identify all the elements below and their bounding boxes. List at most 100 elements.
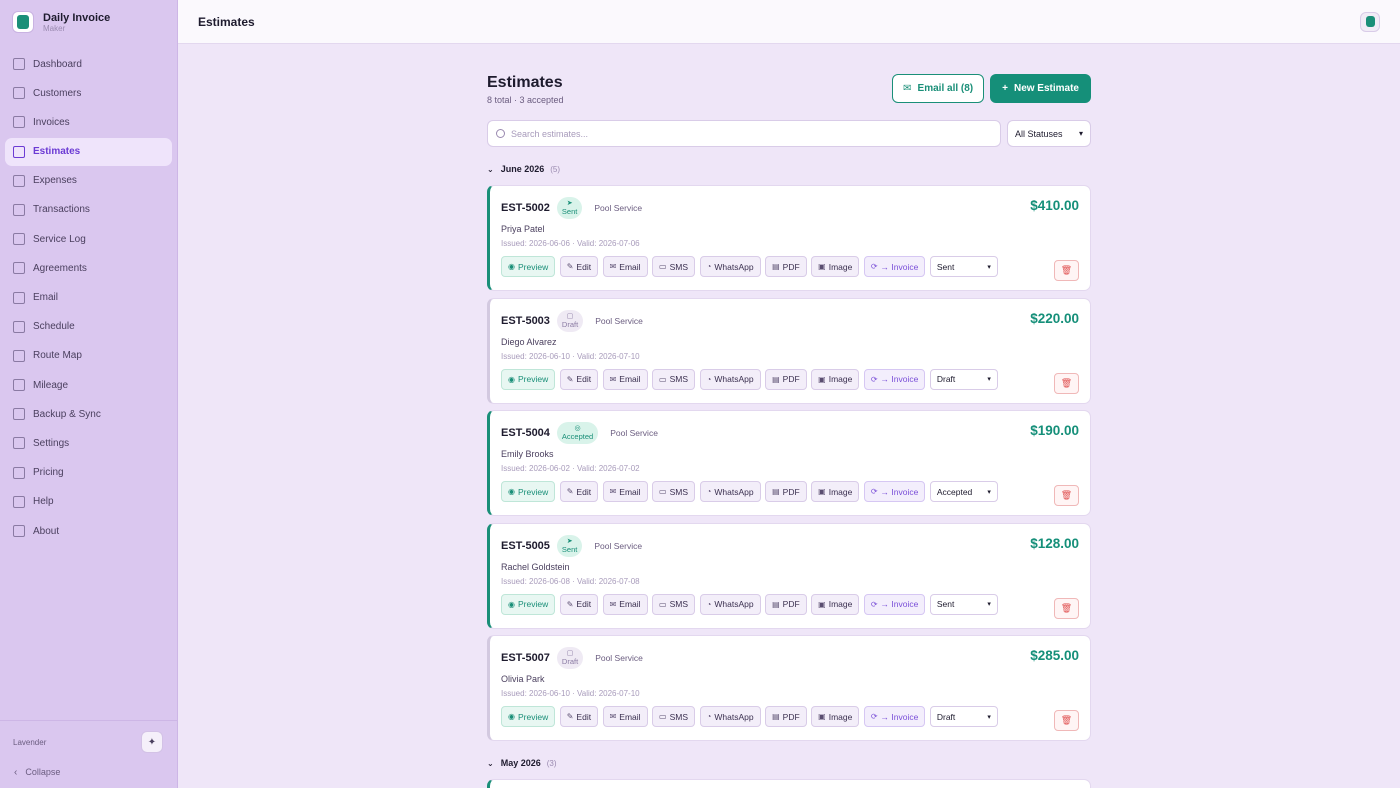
image-button[interactable]: ▣ Image [811, 256, 860, 277]
status-select[interactable]: Draft ▾ [929, 706, 998, 727]
sidebar-item-about[interactable]: About [5, 517, 172, 545]
delete-button[interactable]: 🗑 [1054, 260, 1079, 281]
estimate-card[interactable]: EST-5003 ▢ Draft Pool Service $220.00 Diego A… [487, 297, 1091, 404]
sidebar-item-agreements[interactable]: Agreements [5, 254, 172, 282]
sidebar-item-dashboard[interactable]: Dashboard [5, 50, 172, 78]
estimate-number: EST-5005 [501, 539, 550, 552]
app-avatar-icon[interactable] [1360, 11, 1380, 32]
invoice-button[interactable]: ⟳ → Invoice [863, 706, 926, 727]
new-estimate-button[interactable]: + New Estimate [990, 74, 1091, 103]
search-input[interactable] [511, 128, 965, 139]
pdf-button[interactable]: ▤ PDF [765, 256, 807, 277]
sidebar-item-email[interactable]: Email [5, 284, 172, 312]
image-button[interactable]: ▣ Image [811, 706, 860, 727]
preview-label: Preview [517, 261, 549, 272]
estimate-card[interactable]: EST-5005 ➤ Sent Pool Service $128.00 Rachel G… [487, 522, 1091, 629]
sidebar-item-label: Transactions [33, 204, 90, 216]
sidebar-item-backup-sync[interactable]: Backup & Sync [5, 400, 172, 428]
sidebar-item-help[interactable]: Help [5, 488, 172, 516]
sms-button[interactable]: ▭ SMS [652, 706, 696, 727]
image-icon: ▣ [818, 487, 826, 496]
email-button[interactable]: ✉ Email [602, 481, 648, 502]
status-select[interactable]: Draft ▾ [929, 368, 998, 390]
image-button[interactable]: ▣ Image [811, 593, 860, 615]
preview-button[interactable]: ◉ Preview [501, 481, 556, 502]
edit-button[interactable]: ✎ Edit [559, 593, 599, 615]
pdf-button[interactable]: ▤ PDF [765, 368, 807, 390]
sidebar-item-estimates[interactable]: Estimates [5, 137, 172, 166]
status-select[interactable]: Sent ▾ [929, 256, 998, 277]
image-button[interactable]: ▣ Image [811, 368, 860, 390]
delete-button[interactable]: 🗑 [1054, 597, 1079, 619]
book-icon [13, 495, 25, 508]
whatsapp-button[interactable]: ◔ WhatsApp [699, 481, 761, 502]
email-all-button[interactable]: ✉ Email all (8) [892, 74, 985, 103]
sidebar-item-route-map[interactable]: Route Map [5, 342, 172, 370]
status-select-value: Accepted [936, 486, 973, 497]
mail-icon: ✉ [609, 599, 617, 609]
theme-switch-button[interactable]: ✦ [141, 731, 163, 753]
sidebar-item-transactions[interactable]: Transactions [5, 196, 172, 224]
sidebar-item-invoices[interactable]: Invoices [5, 108, 172, 136]
sidebar-item-expenses[interactable]: Expenses [5, 167, 172, 195]
preview-button[interactable]: ◉ Preview [501, 593, 556, 615]
preview-button[interactable]: ◉ Preview [501, 368, 556, 390]
invoice-button[interactable]: ⟳ → Invoice [863, 481, 926, 502]
sms-button[interactable]: ▭ SMS [652, 256, 696, 277]
preview-button[interactable]: ◉ Preview [501, 256, 556, 277]
convert-icon: ⟳ [870, 712, 878, 721]
whatsapp-button[interactable]: ◔ WhatsApp [699, 706, 761, 727]
edit-button[interactable]: ✎ Edit [559, 481, 599, 502]
whatsapp-button[interactable]: ◔ WhatsApp [699, 256, 761, 277]
month-group-header[interactable]: ⌄ May 2026 (3) [487, 755, 1091, 771]
email-button[interactable]: ✉ Email [602, 593, 648, 615]
sidebar: Daily Invoice Maker Dashboard Customers In… [0, 0, 178, 788]
invoice-button[interactable]: ⟳ → Invoice [863, 593, 926, 615]
status-select[interactable]: Accepted ▾ [929, 481, 998, 502]
pdf-button[interactable]: ▤ PDF [765, 593, 807, 615]
delete-button[interactable]: 🗑 [1054, 372, 1079, 394]
cloud-icon [13, 408, 25, 421]
invoice-button[interactable]: ⟳ → Invoice [863, 368, 926, 390]
edit-button[interactable]: ✎ Edit [559, 706, 599, 727]
sidebar-item-settings[interactable]: Settings [5, 429, 172, 457]
sidebar-item-label: Email [33, 292, 59, 303]
edit-button[interactable]: ✎ Edit [559, 368, 599, 390]
status-filter-select[interactable]: All Statuses ▾ [1007, 120, 1091, 147]
email-button[interactable]: ✉ Email [602, 256, 648, 277]
whatsapp-label: WhatsApp [714, 374, 754, 384]
preview-button[interactable]: ◉ Preview [501, 706, 556, 727]
sms-button[interactable]: ▭ SMS [652, 481, 696, 502]
pdf-button[interactable]: ▤ PDF [765, 481, 807, 502]
sms-button[interactable]: ▭ SMS [652, 593, 696, 615]
sidebar-item-mileage[interactable]: Mileage [5, 371, 172, 399]
sidebar-item-label: Invoices [33, 116, 70, 128]
sidebar-item-customers[interactable]: Customers [5, 79, 172, 107]
estimate-card-partial[interactable] [487, 779, 1091, 788]
email-button[interactable]: ✉ Email [602, 706, 648, 727]
month-group-header[interactable]: ⌄ June 2026 (5) [487, 161, 1091, 177]
estimate-card[interactable]: EST-5002 ➤ Sent Pool Service $410.00 Priya Pa… [487, 185, 1091, 291]
estimate-card[interactable]: EST-5004 ◎ Accepted Pool Service $190.00 Emil… [487, 410, 1091, 516]
sidebar-item-pricing[interactable]: Pricing [5, 459, 172, 487]
invoice-icon [13, 116, 25, 129]
sidebar-item-schedule[interactable]: Schedule [5, 313, 172, 341]
estimate-amount: $285.00 [1030, 648, 1079, 663]
whatsapp-button[interactable]: ◔ WhatsApp [699, 368, 761, 390]
pdf-button[interactable]: ▤ PDF [765, 706, 807, 727]
status-select[interactable]: Sent ▾ [929, 593, 998, 615]
sms-button[interactable]: ▭ SMS [652, 368, 696, 390]
image-button[interactable]: ▣ Image [811, 481, 860, 502]
estimate-card[interactable]: EST-5007 ▢ Draft Pool Service $285.00 Olivia … [487, 635, 1091, 741]
brand[interactable]: Daily Invoice Maker [0, 0, 177, 44]
email-button[interactable]: ✉ Email [602, 368, 648, 390]
sidebar-item-service-log[interactable]: Service Log [5, 225, 172, 253]
edit-button[interactable]: ✎ Edit [559, 256, 599, 277]
whatsapp-button[interactable]: ◔ WhatsApp [699, 593, 761, 615]
delete-button[interactable]: 🗑 [1054, 485, 1079, 506]
collapse-button[interactable]: ‹ Collapse [0, 763, 177, 781]
delete-button[interactable]: 🗑 [1054, 710, 1079, 731]
invoice-button[interactable]: ⟳ → Invoice [863, 256, 926, 277]
sidebar-item-label: Schedule [33, 321, 75, 333]
edit-label: Edit [576, 711, 592, 722]
